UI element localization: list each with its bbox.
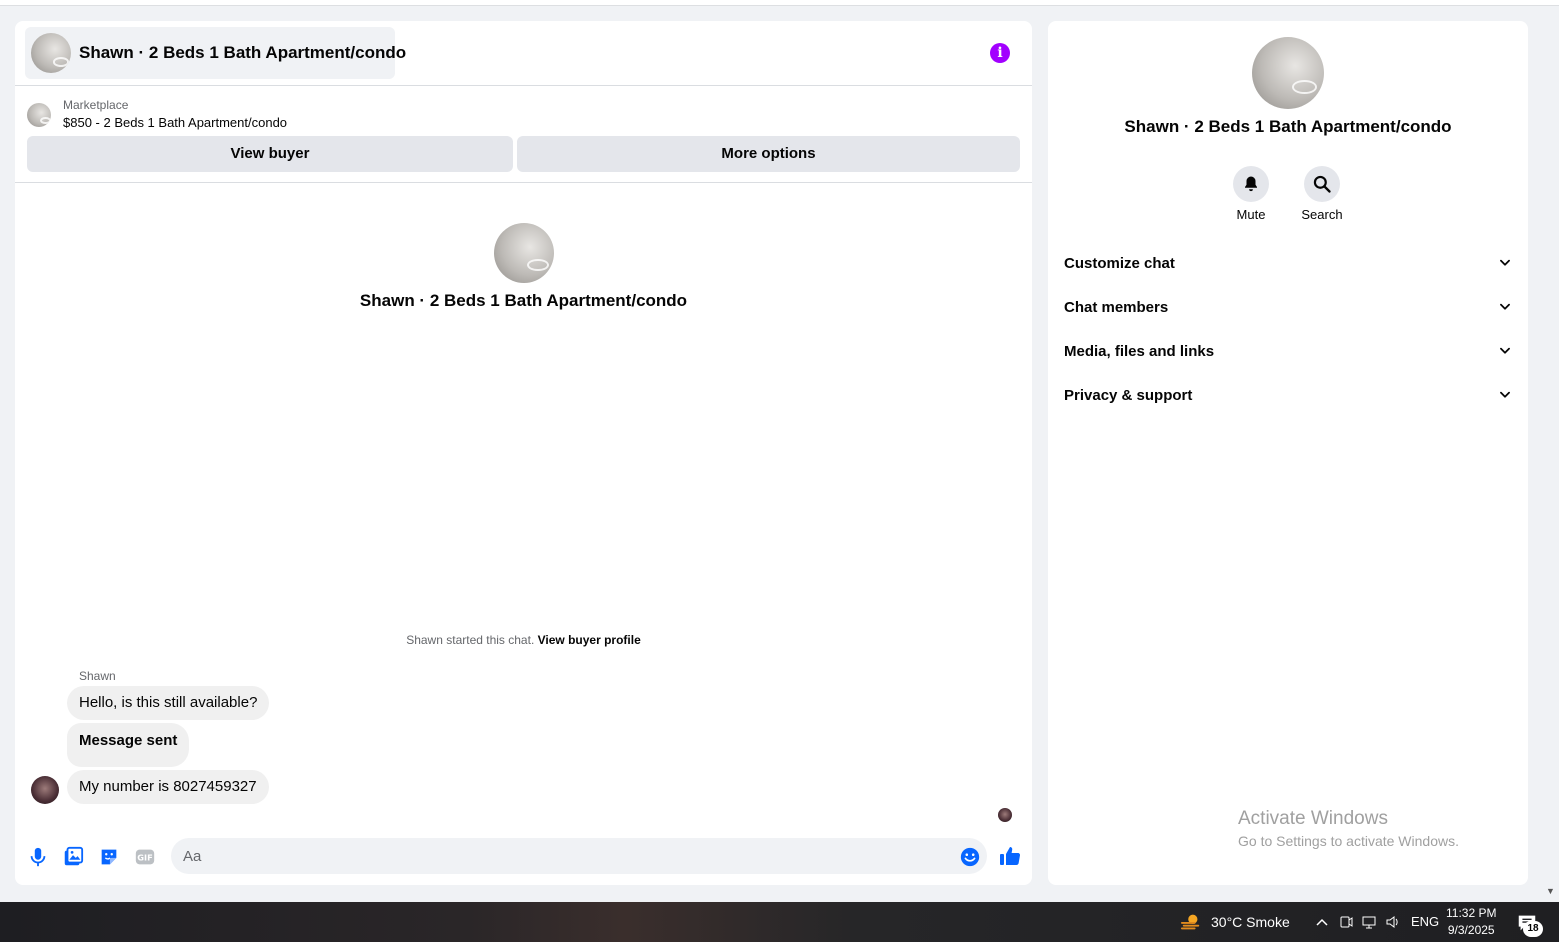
watermark-line1: Activate Windows [1238,808,1388,829]
message-bubble[interactable]: My number is 8027459327 [67,770,269,804]
section-label: Privacy & support [1064,386,1193,404]
windows-taskbar: 30°C Smoke ENG 11:32 PM 9/3/2025 18 [0,902,1559,942]
info-icon[interactable]: i [990,43,1010,63]
bell-icon [1245,176,1257,192]
chevron-down-icon [1500,259,1510,266]
clock-time: 11:32 PM [1446,906,1497,920]
mute-button[interactable]: Mute [1221,166,1281,222]
section-customize-chat[interactable]: Customize chat [1064,247,1512,279]
sender-avatar[interactable] [31,776,59,804]
search-icon [1313,175,1331,193]
activate-windows-watermark: Activate Windows Go to Settings to activ… [1238,808,1459,849]
message-bubble[interactable]: Hello, is this still available? [67,686,270,720]
details-avatar[interactable] [1252,37,1324,109]
marketplace-listing[interactable]: Marketplace $850 - 2 Beds 1 Bath Apartme… [27,97,287,132]
svg-text:GIF: GIF [137,853,152,863]
section-label: Chat members [1064,298,1169,316]
gif-icon[interactable]: GIF [134,846,156,868]
chat-started-notice: Shawn started this chat. View buyer prof… [15,633,1032,647]
seen-receipt-avatar [998,808,1012,822]
language-indicator[interactable]: ENG [1411,914,1439,929]
intro-title: Shawn · 2 Beds 1 Bath Apartment/condo [359,291,688,310]
photo-icon[interactable] [62,846,84,868]
more-options-button[interactable]: More options [517,136,1020,172]
details-title: Shawn · 2 Beds 1 Bath Apartment/condo [1124,117,1452,136]
like-icon[interactable] [998,844,1022,868]
marketplace-label: Marketplace [63,98,129,112]
clock[interactable]: 11:32 PM 9/3/2025 [1446,905,1496,939]
sticker-icon[interactable] [98,846,120,868]
microphone-icon[interactable] [27,846,49,868]
weather-smoke-icon[interactable] [1180,911,1202,933]
chevron-down-icon [1500,347,1510,354]
conversation-header-button[interactable]: Shawn · 2 Beds 1 Bath Apartment/condo [25,27,406,79]
message-sender-name: Shawn [79,669,116,683]
chevron-down-icon [1500,391,1510,398]
search-button[interactable]: Search [1292,166,1352,222]
chat-panel: Shawn · 2 Beds 1 Bath Apartment/condo i … [15,21,1032,885]
section-privacy-support[interactable]: Privacy & support [1064,379,1512,411]
section-label: Media, files and links [1064,342,1215,360]
chevron-up-icon[interactable] [1314,914,1330,930]
section-chat-members[interactable]: Chat members [1064,291,1512,323]
browser-top-strip [0,0,1559,6]
chevron-down-icon [1500,303,1510,310]
message-composer: GIF [15,836,1032,876]
conversation-title: Shawn · 2 Beds 1 Bath Apartment/condo [79,43,407,62]
weather-text[interactable]: 30°C Smoke [1211,914,1290,930]
conversation-details-panel: Shawn · 2 Beds 1 Bath Apartment/condo Mu… [1048,21,1528,885]
section-label: Customize chat [1064,254,1175,272]
clock-date: 9/3/2025 [1447,923,1495,937]
watermark-line2: Go to Settings to activate Windows. [1238,833,1459,849]
view-buyer-profile-link[interactable]: View buyer profile [538,633,641,647]
conversation-intro: Shawn · 2 Beds 1 Bath Apartment/condo [15,223,1032,311]
volume-icon[interactable] [1385,914,1401,930]
mute-label: Mute [1236,207,1266,222]
meet-now-icon[interactable] [1338,914,1354,930]
view-buyer-button[interactable]: View buyer [27,136,513,172]
emoji-icon[interactable] [959,846,981,868]
chat-header: Shawn · 2 Beds 1 Bath Apartment/condo i [15,21,1032,86]
intro-avatar[interactable] [493,223,554,283]
divider [15,182,1032,183]
message-bubble[interactable]: Message sent [67,723,190,767]
listing-thumbnail [27,102,51,127]
conversation-avatar [31,33,71,73]
scroll-down-arrow-icon[interactable]: ▼ [1546,886,1555,896]
network-icon[interactable] [1362,914,1378,930]
listing-title: $850 - 2 Beds 1 Bath Apartment/condo [63,115,288,130]
message-input[interactable] [171,838,987,874]
search-label: Search [1301,207,1343,222]
notification-count-badge: 18 [1523,921,1543,937]
started-text: Shawn started this chat. [406,633,535,647]
section-media-files-links[interactable]: Media, files and links [1064,335,1512,367]
